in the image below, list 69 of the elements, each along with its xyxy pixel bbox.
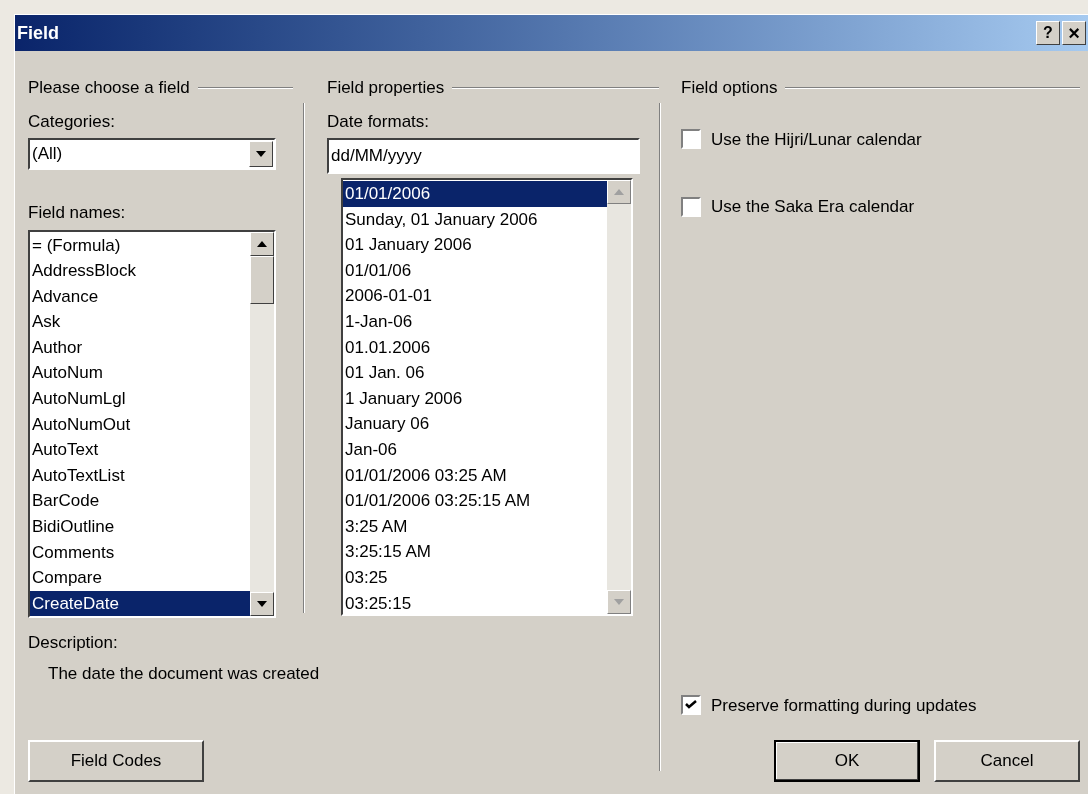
field-codes-button[interactable]: Field Codes — [28, 740, 204, 782]
list-item[interactable]: 01/01/2006 03:25 AM — [343, 462, 607, 489]
scroll-thumb[interactable] — [250, 255, 274, 304]
list-item[interactable]: 01 Jan. 06 — [343, 360, 607, 386]
ok-button[interactable]: OK — [774, 740, 920, 782]
checkbox-label: Use the Saka Era calendar — [711, 196, 915, 218]
date-formats-label: Date formats: — [327, 110, 431, 133]
list-item[interactable]: Advance — [30, 283, 250, 310]
list-item[interactable]: 01/01/2006 — [343, 181, 607, 207]
dropdown-arrow-button[interactable] — [249, 141, 273, 167]
date-format-field[interactable]: dd/MM/yyyy — [327, 138, 640, 174]
description-text: The date the document was created — [48, 663, 320, 685]
list-item[interactable]: BarCode — [30, 488, 250, 515]
caret-icon — [256, 151, 266, 157]
list-item[interactable]: AutoText — [30, 437, 250, 463]
group-title: Field options — [681, 77, 778, 99]
scroll-up-button[interactable] — [250, 231, 274, 256]
window-title: Field — [17, 21, 59, 45]
list-item[interactable]: 1-Jan-06 — [343, 308, 607, 335]
list-item[interactable]: AutoTextList — [30, 462, 250, 489]
list-item[interactable]: 2006-01-01 — [343, 283, 607, 309]
down-arrow-icon — [614, 599, 624, 605]
list-item[interactable]: Compare — [30, 565, 250, 591]
checkbox-label: Preserve formatting during updates — [711, 694, 977, 717]
list-item[interactable]: Ask — [30, 309, 250, 335]
checkmark-icon — [685, 700, 697, 711]
checkbox-label: Use the Hijri/Lunar calendar — [711, 128, 922, 151]
list-item[interactable]: AutoNumOut — [30, 411, 250, 438]
down-arrow-icon — [257, 600, 267, 607]
list-item[interactable]: January 06 — [343, 411, 607, 437]
list-item[interactable]: 1 January 2006 — [343, 385, 607, 412]
list-item[interactable]: 01/01/2006 03:25:15 AM — [343, 488, 607, 514]
categories-label: Categories: — [28, 110, 116, 133]
date-formats-list[interactable] — [341, 178, 633, 616]
scrollbar[interactable] — [607, 180, 631, 614]
close-button[interactable]: × — [1062, 21, 1086, 45]
list-item[interactable]: 3:25 AM — [343, 513, 607, 540]
list-item[interactable]: Jan-06 — [343, 436, 607, 463]
list-item[interactable]: Sunday, 01 January 2006 — [343, 206, 607, 233]
scrollbar[interactable] — [250, 231, 274, 616]
list-item[interactable]: BidiOutline — [30, 514, 250, 540]
group-title: Field properties — [327, 77, 445, 99]
field-names-label: Field names: — [28, 202, 127, 224]
up-arrow-icon — [614, 189, 624, 195]
field-names-list[interactable]: = (Formula) AddressBlock Advance Ask Author AutoNum AutoNumLgl AutoNumOut AutoText AutoTextList BarCode BidiOutline Comments Compare CreateDate — [28, 229, 276, 618]
checkbox[interactable] — [681, 129, 701, 150]
list-item[interactable]: 03:25 — [343, 564, 607, 591]
checkbox[interactable] — [681, 695, 701, 716]
checkbox[interactable] — [681, 196, 701, 217]
list-item[interactable]: 03:25:15 — [343, 590, 607, 614]
categories-dropdown[interactable]: (All) — [28, 138, 276, 170]
scroll-down-button[interactable] — [250, 591, 274, 616]
list-item[interactable]: AutoNum — [30, 360, 250, 387]
cancel-button[interactable]: Cancel — [934, 740, 1080, 782]
list-item[interactable]: AutoNumLgl — [30, 386, 250, 412]
help-button[interactable]: ? — [1036, 21, 1060, 45]
list-item[interactable]: 3:25:15 AM — [343, 539, 607, 565]
list-item[interactable]: AddressBlock — [30, 258, 250, 284]
list-item[interactable]: 01.01.2006 — [343, 334, 607, 361]
list-item[interactable]: Comments — [30, 539, 250, 566]
list-item[interactable]: Author — [30, 334, 250, 361]
up-arrow-icon — [257, 240, 267, 247]
list-item[interactable]: 01 January 2006 — [343, 232, 607, 258]
group-title: Please choose a field — [28, 77, 190, 99]
dropdown-value: (All) — [31, 143, 64, 166]
description-label: Description: — [28, 631, 119, 654]
list-item[interactable]: CreateDate — [30, 590, 250, 616]
list-item[interactable]: 01/01/06 — [343, 257, 607, 284]
list-item[interactable]: = (Formula) — [30, 232, 250, 259]
